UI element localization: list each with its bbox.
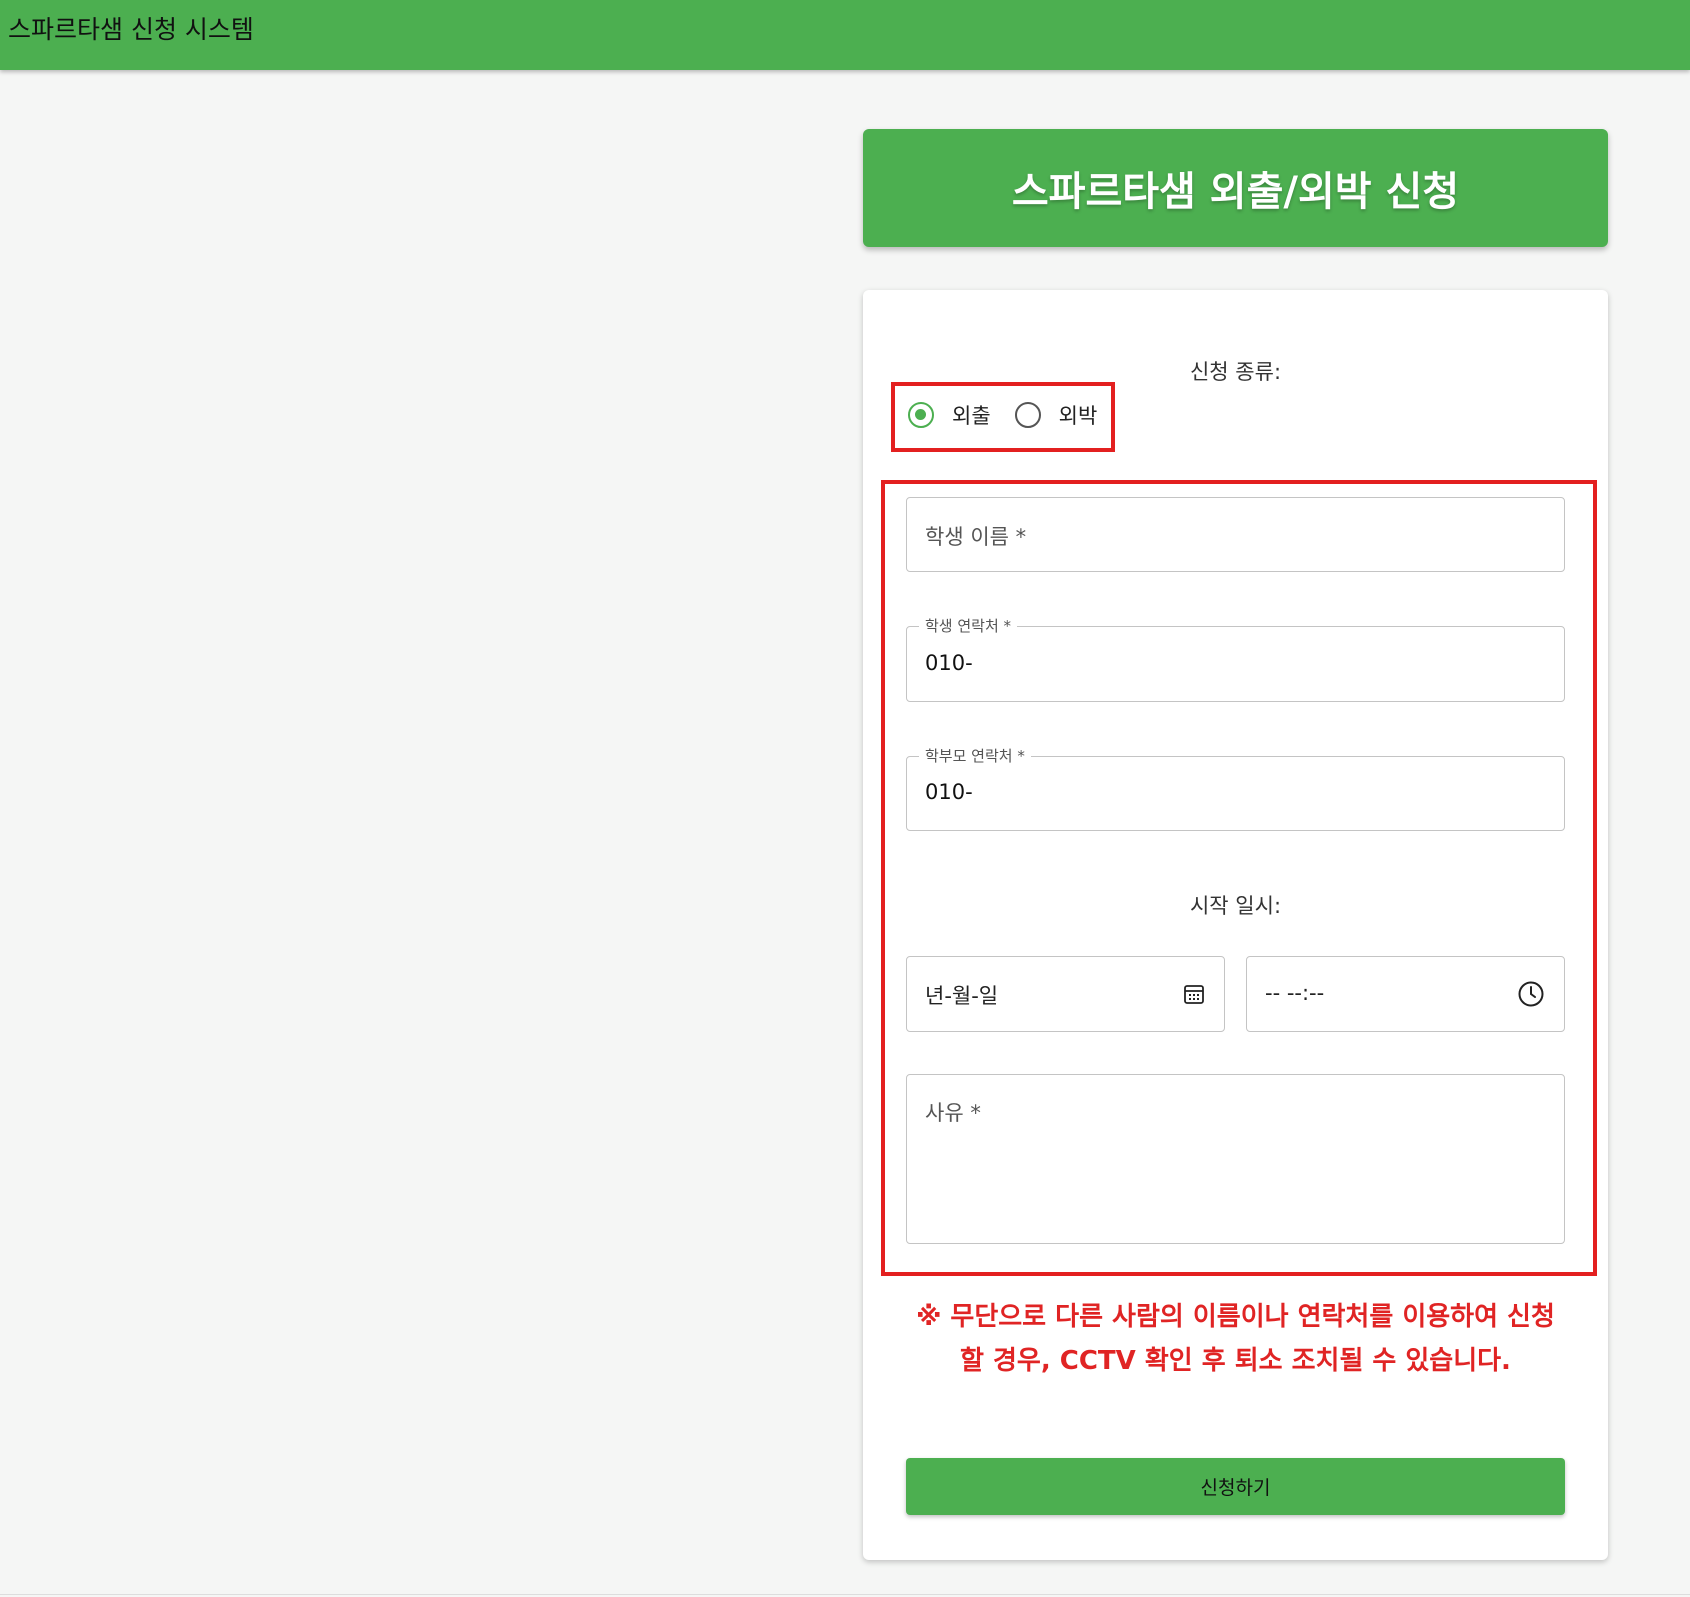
student-phone-input[interactable]: 학생 연락처 * 010-	[906, 615, 1565, 702]
submit-button[interactable]: 신청하기	[906, 1458, 1565, 1515]
student-name-placeholder: 학생 이름 *	[925, 525, 1027, 549]
student-name-input[interactable]: 학생 이름 *	[906, 497, 1565, 572]
page-bottom-divider	[0, 1594, 1690, 1595]
parent-phone-value: 010-	[925, 780, 973, 804]
reason-placeholder: 사유 *	[925, 1101, 981, 1125]
radio-overnight[interactable]: 외박	[1014, 400, 1098, 430]
radio-outing-circle[interactable]	[908, 402, 934, 428]
start-datetime-label: 시작 일시:	[1189, 894, 1282, 918]
warning-line-1: ※ 무단으로 다른 사람의 이름이나 연락처를 이용하여 신청	[916, 1302, 1555, 1332]
radio-overnight-label: 외박	[1058, 404, 1098, 428]
warning-message: ※ 무단으로 다른 사람의 이름이나 연락처를 이용하여 신청 할 경우, CC…	[903, 1295, 1568, 1383]
calendar-icon[interactable]	[1183, 983, 1205, 1009]
app-bar: 스파르타샘 신청 시스템	[0, 0, 1690, 70]
radio-outing[interactable]: 외출	[908, 400, 991, 430]
time-input[interactable]: -- --:--	[1246, 956, 1565, 1032]
reason-textarea[interactable]: 사유 *	[906, 1074, 1565, 1244]
form-title-card: 스파르타샘 외출/외박 신청	[863, 129, 1608, 247]
app-title: 스파르타샘 신청 시스템	[8, 15, 254, 44]
radio-overnight-circle[interactable]	[1014, 402, 1041, 428]
clock-icon[interactable]	[1517, 980, 1545, 1012]
student-phone-label: 학생 연락처 *	[919, 615, 1018, 636]
date-placeholder: 년-월-일	[925, 984, 999, 1008]
radio-outing-label: 외출	[952, 404, 991, 428]
type-radio-group: 외출 외박	[908, 395, 1121, 435]
time-placeholder: -- --:--	[1265, 981, 1325, 1005]
warning-line-2: 할 경우, CCTV 확인 후 퇴소 조치될 수 있습니다.	[960, 1346, 1511, 1376]
date-input[interactable]: 년-월-일	[906, 956, 1225, 1032]
student-phone-value: 010-	[925, 651, 973, 675]
parent-phone-input[interactable]: 학부모 연락처 * 010-	[906, 745, 1565, 831]
application-form: 신청 종류: 외출 외박 학생 이름 * 학생 연락처 * 010- 학부모 연…	[863, 290, 1608, 1560]
parent-phone-label: 학부모 연락처 *	[919, 745, 1031, 766]
form-heading: 스파르타샘 외출/외박 신청	[1011, 169, 1460, 215]
